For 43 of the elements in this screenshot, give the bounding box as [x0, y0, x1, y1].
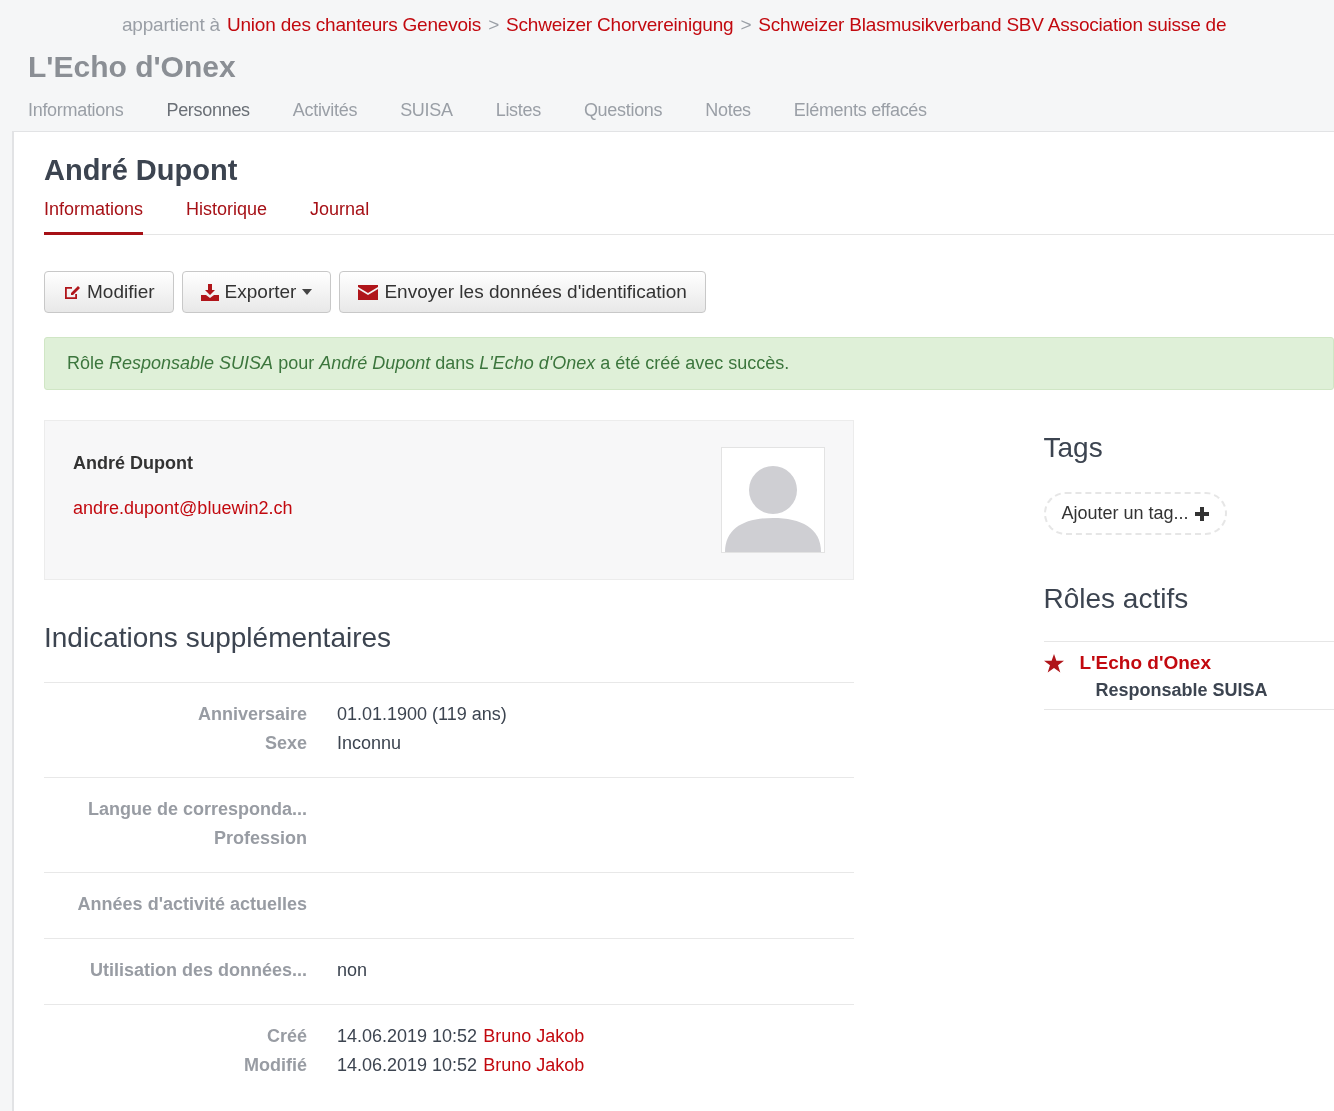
field-value: Inconnu: [337, 733, 402, 755]
field-label: Sexe: [263, 733, 307, 755]
section-title: Indications supplémentaires: [44, 622, 393, 654]
field-label: Années d'activité actuelles: [76, 894, 307, 916]
edit-icon: [63, 284, 81, 300]
export-button[interactable]: Exporter: [181, 271, 332, 313]
person-title: André Dupont: [44, 154, 239, 187]
field-label: Modifié: [243, 1055, 307, 1077]
field-label: Anniversaire: [196, 704, 307, 726]
breadcrumb-separator: >: [740, 14, 752, 36]
author-link[interactable]: Bruno Jakob: [483, 1026, 585, 1049]
breadcrumb-label: appartient à: [122, 14, 220, 36]
field-label: Utilisation des données...: [88, 960, 307, 982]
breadcrumb-link[interactable]: Schweizer Chorvereinigung: [506, 14, 734, 36]
download-icon: [200, 283, 219, 301]
success-message: Rôle Responsable SUISA pour André Dupont dans L'Echo d'Onex a été créé avec succès.: [44, 337, 1334, 390]
role-group-link[interactable]: L'Echo d'Onex: [1079, 652, 1211, 674]
field-label: Langue de corresponda...: [86, 799, 307, 821]
nav-tab[interactable]: Personnes: [166, 100, 250, 121]
mail-icon: [358, 284, 379, 300]
edit-button[interactable]: Modifier: [44, 271, 174, 313]
contact-name: André Dupont: [73, 453, 194, 474]
field-value: 14.06.2019 10:52: [337, 1026, 478, 1048]
breadcrumb-link[interactable]: Union des chanteurs Genevois: [226, 14, 482, 36]
field-value: 01.01.1900 (119 ans): [337, 704, 507, 726]
sub-tab[interactable]: Historique: [186, 199, 268, 235]
role-name: Responsable SUISA: [1095, 680, 1269, 701]
sub-tab[interactable]: Informations: [44, 199, 144, 235]
plus-icon: [1194, 506, 1209, 521]
field-label: Profession: [212, 828, 307, 850]
tags-title: Tags: [1043, 432, 1104, 464]
send-button[interactable]: Envoyer les données d'identification: [339, 271, 706, 313]
email-link[interactable]: andre.dupont@bluewin2.ch: [73, 498, 293, 519]
add-tag-button[interactable]: Ajouter un tag...: [1043, 492, 1227, 535]
author-link[interactable]: Bruno Jakob: [483, 1055, 585, 1078]
sub-tab[interactable]: Journal: [310, 199, 370, 235]
field-label: Créé: [265, 1026, 307, 1048]
breadcrumb-separator: >: [488, 14, 500, 36]
roles-title: Rôles actifs: [1043, 583, 1190, 615]
field-value: 14.06.2019 10:52: [337, 1055, 478, 1077]
group-title: L'Echo d'Onex: [28, 50, 237, 84]
field-value: non: [337, 960, 368, 982]
breadcrumb-link[interactable]: Schweizer Blasmusikverband SBV Association suisse de: [758, 14, 1227, 36]
